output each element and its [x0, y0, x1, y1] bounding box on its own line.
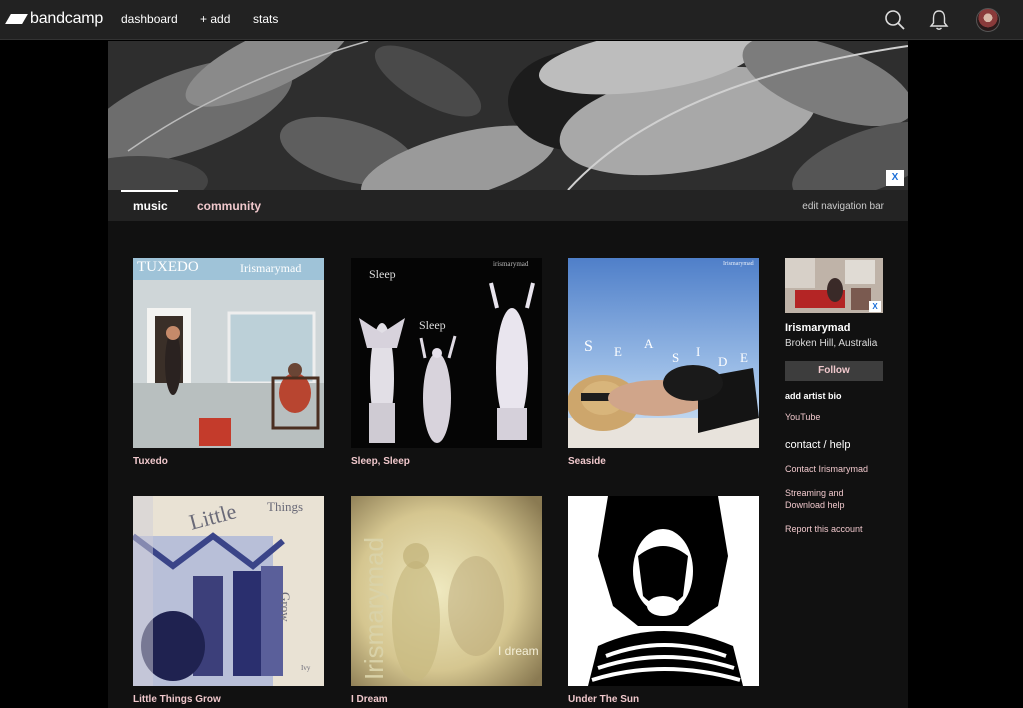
bell-icon[interactable]	[927, 8, 951, 32]
tuxedo-cover-art	[133, 258, 324, 448]
contact-help-heading: contact / help	[785, 439, 851, 451]
follow-button[interactable]: Follow	[785, 361, 883, 381]
tuxedo-cover-title: TUXEDO	[137, 259, 199, 275]
i-dream-cover-title: I dream	[498, 644, 539, 658]
tab-community[interactable]: community	[197, 199, 261, 213]
search-icon[interactable]	[883, 8, 907, 32]
nav-stats[interactable]: stats	[253, 12, 278, 26]
album-title-tuxedo[interactable]: Tuxedo	[133, 456, 324, 467]
top-bar: bandcamp dashboard + add stats	[0, 0, 1023, 40]
streaming-download-help-link[interactable]: Streaming and Download help	[785, 487, 865, 511]
nav-dashboard[interactable]: dashboard	[121, 12, 178, 26]
album-cover-seaside[interactable]: S E A S I D E Irismarymad	[568, 258, 759, 448]
banner-close-button[interactable]: X	[886, 170, 904, 186]
artist-name[interactable]: Irismarymad	[785, 322, 895, 334]
artist-photo-close-button[interactable]: X	[869, 301, 881, 312]
album-cover-tuxedo[interactable]: TUXEDO Irismarymad	[133, 258, 324, 448]
active-tab-indicator	[121, 190, 178, 192]
album-item: Little Things Grow Ivy Little Things Gro…	[133, 496, 324, 705]
add-artist-bio-link[interactable]: add artist bio	[785, 391, 895, 401]
little-things-cover-word: Grow	[278, 592, 293, 622]
little-things-cover-word: Things	[267, 499, 304, 514]
seaside-letter: A	[644, 336, 654, 351]
bandcamp-logo[interactable]: bandcamp	[5, 10, 104, 28]
album-item: Under The Sun	[568, 496, 759, 705]
album-title-seaside[interactable]: Seaside	[568, 456, 759, 467]
under-the-sun-cover-art	[568, 496, 759, 686]
music-grid-area: TUXEDO Irismarymad Tuxedo Sleep Sleep ir…	[108, 221, 908, 708]
seaside-letter: D	[718, 354, 728, 369]
artist-location: Broken Hill, Australia	[785, 338, 878, 349]
album-item: S E A S I D E Irismarymad Seaside	[568, 258, 759, 467]
nav-add[interactable]: + add	[200, 12, 230, 26]
seaside-letter: S	[584, 338, 593, 355]
tab-music[interactable]: music	[133, 199, 168, 213]
album-cover-under-the-sun[interactable]	[568, 496, 759, 686]
avatar[interactable]	[976, 8, 1000, 32]
album-title-under-the-sun[interactable]: Under The Sun	[568, 694, 759, 705]
album-cover-little-things-grow[interactable]: Little Things Grow Ivy	[133, 496, 324, 686]
album-item: TUXEDO Irismarymad Tuxedo	[133, 258, 324, 467]
album-title-i-dream[interactable]: I Dream	[351, 694, 542, 705]
contact-artist-link[interactable]: Contact Irismarymad	[785, 463, 895, 475]
leaves-banner-art	[108, 41, 908, 190]
sleep-cover-title-1: Sleep	[369, 267, 396, 281]
album-item: Irismarymad I dream I Dream	[351, 496, 542, 705]
seaside-letter: I	[696, 344, 701, 359]
seaside-cover-art	[568, 258, 759, 448]
youtube-link[interactable]: YouTube	[785, 412, 895, 422]
album-title-sleep-sleep[interactable]: Sleep, Sleep	[351, 456, 542, 467]
report-account-link[interactable]: Report this account	[785, 523, 895, 535]
bandcamp-logo-text: bandcamp	[30, 10, 104, 27]
album-title-little-things-grow[interactable]: Little Things Grow	[133, 694, 324, 705]
sleep-cover-art	[351, 258, 542, 448]
album-cover-sleep-sleep[interactable]: Sleep Sleep irismarymad	[351, 258, 542, 448]
album-cover-i-dream[interactable]: Irismarymad I dream	[351, 496, 542, 686]
sleep-cover-artist: irismarymad	[493, 260, 529, 268]
tuxedo-cover-artist: Irismarymad	[240, 261, 302, 275]
sleep-cover-title-2: Sleep	[419, 318, 446, 332]
band-navigation-bar: music community edit navigation bar	[108, 190, 908, 221]
seaside-letter: S	[672, 350, 680, 365]
artist-sidebar: X Irismarymad Broken Hill, Australia Fol…	[785, 258, 895, 535]
edit-navigation-bar-link[interactable]: edit navigation bar	[802, 201, 884, 212]
seaside-cover-artist: Irismarymad	[723, 261, 754, 267]
artist-photo[interactable]: X	[785, 258, 883, 313]
bandcamp-logo-mark	[5, 14, 28, 24]
i-dream-cover-artist: Irismarymad	[359, 536, 389, 680]
album-item: Sleep Sleep irismarymad Sleep, Sleep	[351, 258, 542, 467]
little-things-cover-word: Ivy	[301, 664, 311, 672]
seaside-letter: E	[614, 344, 622, 359]
seaside-letter: E	[740, 350, 748, 365]
header-banner-image: X	[108, 41, 908, 190]
